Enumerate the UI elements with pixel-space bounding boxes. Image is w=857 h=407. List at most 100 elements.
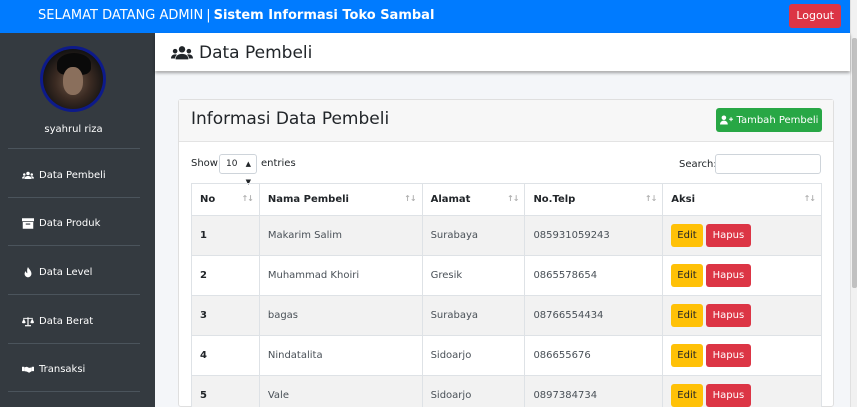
cell-aksi: Edit Hapus [662, 335, 822, 376]
sidebar-item-data-pembeli[interactable]: Data Pembeli [22, 170, 106, 181]
logout-button[interactable]: Logout [789, 4, 841, 28]
column-header-label: Alamat [430, 194, 471, 205]
box-icon [22, 218, 34, 229]
edit-button[interactable]: Edit [671, 344, 703, 367]
table-row: 5 Vale Sidoarjo 0897384734 Edit Hapus [191, 375, 822, 407]
cell-alamat: Surabaya [421, 295, 526, 336]
sidebar-item-label: Data Berat [39, 316, 94, 327]
cell-no: 5 [191, 375, 260, 407]
cell-nama: bagas [258, 295, 423, 336]
delete-button[interactable]: Hapus [705, 384, 752, 407]
sidebar-username: syahrul riza [44, 124, 103, 135]
data-card: Informasi Data Pembeli Tambah Pembeli Sh… [178, 99, 834, 407]
users-icon [22, 171, 34, 179]
delete-button[interactable]: Hapus [705, 304, 752, 327]
users-icon [171, 46, 193, 60]
cell-aksi: Edit Hapus [662, 215, 822, 256]
pembeli-table: No ↑↓ Nama Pembeli ↑↓ Alamat ↑↓ No.Telp ↑↓ A… [191, 183, 822, 407]
sort-icon: ↑↓ [241, 194, 253, 203]
column-header-telp[interactable]: No.Telp ↑↓ [524, 183, 664, 216]
column-header-no[interactable]: No ↑↓ [191, 183, 260, 216]
sidebar: syahrul riza Data Pembeli Data Produk Da… [0, 33, 155, 407]
entries-select[interactable]: 10 ▲ ▼ [219, 154, 257, 186]
edit-button[interactable]: Edit [671, 264, 703, 287]
cell-telp: 0897384734 [524, 375, 664, 407]
table-row: 4 Nindatalita Sidoarjo 086655676 Edit Hap… [191, 335, 822, 376]
sidebar-item-transaksi[interactable]: Transaksi [22, 364, 85, 375]
entries-label: entries [261, 158, 296, 169]
cell-nama: Makarim Salim [258, 215, 423, 256]
cell-aksi: Edit Hapus [662, 295, 822, 336]
cell-no: 1 [191, 215, 260, 256]
sidebar-item-data-berat[interactable]: Data Berat [22, 316, 93, 327]
sidebar-item-data-produk[interactable]: Data Produk [22, 218, 100, 229]
sidebar-divider [8, 148, 140, 149]
edit-button[interactable]: Edit [671, 384, 703, 407]
entries-value: 10 [226, 159, 238, 169]
sort-icon: ↑↓ [404, 194, 416, 203]
column-header-label: No.Telp [533, 194, 576, 205]
delete-button[interactable]: Hapus [705, 224, 752, 247]
sidebar-item-data-level[interactable]: Data Level [22, 267, 92, 278]
cell-telp: 085931059243 [524, 215, 664, 256]
add-button-label: Tambah Pembeli [736, 114, 819, 126]
cell-alamat: Sidoarjo [421, 335, 526, 376]
cell-telp: 0865578654 [524, 255, 664, 296]
cell-no: 2 [191, 255, 260, 296]
search-input[interactable] [715, 154, 821, 174]
column-header-label: Aksi [671, 194, 696, 205]
avatar-photo [43, 49, 103, 109]
user-plus-icon [719, 115, 733, 125]
table-row: 3 bagas Surabaya 08766554434 Edit Hapus [191, 295, 822, 336]
delete-button[interactable]: Hapus [705, 264, 752, 287]
welcome-text: SELAMAT DATANG ADMIN [38, 8, 204, 23]
sidebar-divider [8, 391, 140, 392]
table-header-row: No ↑↓ Nama Pembeli ↑↓ Alamat ↑↓ No.Telp ↑↓ A… [191, 183, 822, 216]
fire-icon [24, 267, 32, 278]
sidebar-divider [8, 245, 140, 246]
table-row: 1 Makarim Salim Surabaya 085931059243 Ed… [191, 215, 822, 256]
sidebar-divider [8, 343, 140, 344]
add-pembeli-button[interactable]: Tambah Pembeli [716, 108, 822, 132]
cell-aksi: Edit Hapus [662, 375, 822, 407]
cell-telp: 086655676 [524, 335, 664, 376]
cell-telp: 08766554434 [524, 295, 664, 336]
edit-button[interactable]: Edit [671, 224, 703, 247]
card-header: Informasi Data Pembeli Tambah Pembeli [179, 100, 833, 142]
column-header-label: Nama Pembeli [267, 194, 349, 205]
sidebar-divider [8, 294, 140, 295]
sidebar-item-label: Data Level [39, 267, 93, 278]
search-label: Search: [679, 159, 717, 170]
sort-icon: ↑↓ [644, 194, 657, 203]
cell-no: 3 [191, 295, 260, 336]
delete-button[interactable]: Hapus [705, 344, 752, 367]
brand-separator: | [206, 8, 211, 23]
navbar-brand[interactable]: SELAMAT DATANG ADMIN | Sistem Informasi To… [38, 8, 434, 23]
column-header-aksi[interactable]: Aksi ↑↓ [662, 183, 822, 216]
column-header-label: No [200, 194, 216, 205]
edit-button[interactable]: Edit [671, 304, 703, 327]
sidebar-item-label: Data Pembeli [39, 170, 106, 181]
avatar [40, 46, 106, 112]
column-header-nama[interactable]: Nama Pembeli ↑↓ [258, 183, 423, 216]
balance-scale-icon [22, 317, 34, 327]
cell-alamat: Gresik [421, 255, 526, 296]
cell-nama: Muhammad Khoiri [258, 255, 423, 296]
cell-alamat: Sidoarjo [421, 375, 526, 407]
cell-nama: Vale [258, 375, 423, 407]
column-header-alamat[interactable]: Alamat ↑↓ [421, 183, 526, 216]
content-header: Data Pembeli [155, 33, 850, 71]
cell-nama: Nindatalita [258, 335, 423, 376]
cell-alamat: Surabaya [421, 215, 526, 256]
page-title-text: Data Pembeli [199, 43, 313, 63]
sidebar-divider [8, 197, 140, 198]
table-row: 2 Muhammad Khoiri Gresik 0865578654 Edit… [191, 255, 822, 296]
cell-aksi: Edit Hapus [662, 255, 822, 296]
card-title: Informasi Data Pembeli [191, 109, 390, 129]
cell-no: 4 [191, 335, 260, 376]
sidebar-item-label: Data Produk [39, 218, 101, 229]
app-name: Sistem Informasi Toko Sambal [213, 8, 435, 23]
top-navbar: SELAMAT DATANG ADMIN | Sistem Informasi To… [0, 0, 850, 33]
scrollbar-thumb[interactable] [852, 38, 857, 288]
page-scrollbar[interactable] [850, 0, 857, 407]
